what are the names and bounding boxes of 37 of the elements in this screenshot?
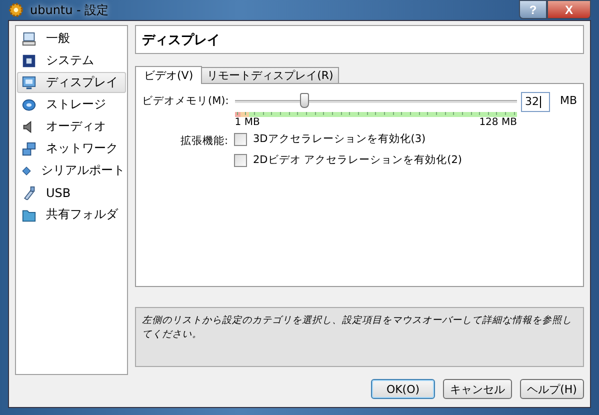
dialog-button[interactable]: キャンセル: [443, 379, 512, 399]
checkbox-label: 2Dビデオ アクセラレーションを有効化(2): [253, 153, 462, 167]
gear-icon: [8, 2, 24, 18]
sidebar-item[interactable]: USB: [17, 182, 126, 203]
slider-thumb[interactable]: [300, 93, 310, 108]
memory-field[interactable]: 32: [520, 92, 550, 112]
monitor-icon: [22, 76, 36, 90]
sidebar-item[interactable]: システム: [17, 50, 126, 71]
sidebar-item[interactable]: ストレージ: [17, 94, 126, 115]
sidebar-item[interactable]: ネットワーク: [17, 138, 126, 159]
field-label: ビデオメモリ(M):: [142, 94, 229, 108]
checkbox[interactable]: [234, 154, 247, 166]
field-label: 拡張機能:: [179, 134, 228, 149]
sidebar-item[interactable]: ディスプレイ: [17, 72, 126, 93]
sidebar-item[interactable]: シリアルポート: [17, 160, 126, 181]
network-icon: [22, 142, 36, 156]
window-title: ubuntu - 設定: [30, 2, 110, 18]
unit-label: MB: [560, 93, 577, 107]
chip-icon: [22, 54, 36, 68]
tab[interactable]: リモートディスプレイ(R): [201, 67, 340, 83]
tab[interactable]: ビデオ(V): [135, 66, 202, 84]
checkbox-label: 3Dアクセラレーションを有効化(3): [253, 132, 426, 146]
description-text: 左側のリストから設定のカテゴリを選択し、設定項目をマウスオーバーして詳細な情報を参照してください。: [135, 307, 584, 367]
close-button[interactable]: X: [547, 0, 591, 19]
min-label: 1 MB: [234, 117, 260, 128]
disk-icon: [22, 98, 36, 112]
max-label: 128 MB: [479, 117, 517, 128]
dialog-button[interactable]: ヘルプ(H): [520, 379, 584, 399]
sidebar-item[interactable]: 一般: [17, 28, 126, 49]
folder-icon: [22, 208, 36, 222]
sidebar-item[interactable]: オーディオ: [17, 116, 126, 137]
computer-icon: [22, 32, 36, 46]
dialog-button[interactable]: OK(O): [371, 379, 435, 399]
page-title: ディスプレイ: [135, 25, 584, 54]
checkbox[interactable]: [234, 132, 247, 146]
sidebar-item[interactable]: 共有フォルダ: [17, 204, 126, 225]
usb-icon: [22, 186, 36, 200]
